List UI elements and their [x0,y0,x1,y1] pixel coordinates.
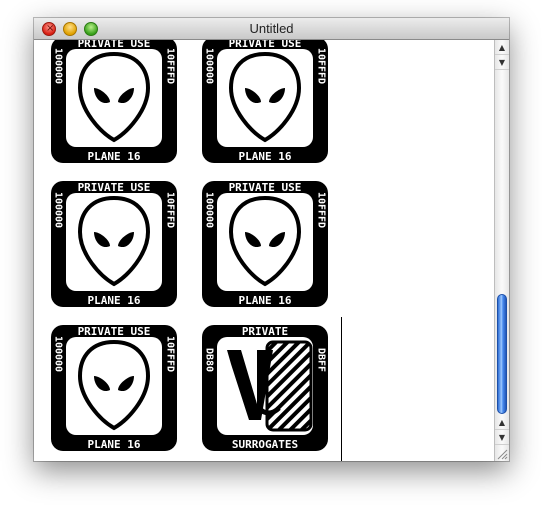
tile-bottom-label: PLANE 16 [88,438,141,451]
glyph-grid: PRIVATE USE PLANE 16 100000 10FFFD PRIVA… [34,40,494,461]
tile-top-label: PRIVATE USE [229,181,302,194]
tile-left-code: 100000 [204,192,215,228]
tile-left-code: 100000 [204,48,215,84]
tile-left-code: 100000 [53,336,64,372]
tile-right-code: 10FFFD [165,192,176,228]
glyph-tile[interactable]: PRIVATE USE PLANE 16 100000 10FFFD [50,324,178,452]
tile-left-code: 100000 [53,48,64,84]
tile-bottom-label: PLANE 16 [239,150,292,163]
glyph-tile[interactable]: PRIVATE USE PLANE 16 100000 10FFFD [201,180,329,308]
scroll-thumb[interactable] [497,294,507,414]
tile-left-code: 100000 [53,192,64,228]
scroll-down-arrow-icon[interactable]: ▼ [495,55,509,70]
tile-bottom-label: PLANE 16 [88,294,141,307]
tile-bottom-label: PLANE 16 [239,294,292,307]
tile-right-code: 10FFFD [316,48,327,84]
tile-right-code: 10FFFD [165,48,176,84]
resize-grip-icon[interactable] [496,448,508,460]
tile-right-code: 10FFFD [165,336,176,372]
tile-right-code: DBFF [316,348,327,372]
vertical-scrollbar[interactable]: ▲ ▼ ▲ ▼ [494,40,509,461]
title-bar[interactable]: × Untitled [34,18,509,40]
glyph-tile[interactable]: PRIVATE USE PLANE 16 100000 10FFFD [50,40,178,164]
glyph-tile[interactable]: PRIVATE SURROGATES DB80 DBFF [201,324,329,452]
tile-bottom-label: SURROGATES [232,438,298,451]
glyph-tile[interactable]: PRIVATE USE PLANE 16 100000 10FFFD [50,180,178,308]
tile-bottom-label: PLANE 16 [88,150,141,163]
app-window: × Untitled PRIVATE USE PLANE 16 100000 1… [34,18,509,461]
scroll-down-arrow-icon[interactable]: ▼ [495,430,509,445]
glyph-tile[interactable]: PRIVATE USE PLANE 16 100000 10FFFD [201,40,329,164]
tile-top-label: PRIVATE USE [78,40,151,50]
tile-top-label: PRIVATE USE [78,181,151,194]
scroll-up-arrow-icon[interactable]: ▲ [495,40,509,55]
window-title: Untitled [249,21,294,36]
tile-top-label: PRIVATE USE [78,325,151,338]
scroll-up-arrow-icon[interactable]: ▲ [495,415,509,430]
tile-top-label: PRIVATE USE [229,40,302,50]
tile-top-label: PRIVATE [242,325,288,338]
tile-left-code: DB80 [204,348,215,372]
tile-right-code: 10FFFD [316,192,327,228]
divider-line [341,317,342,461]
